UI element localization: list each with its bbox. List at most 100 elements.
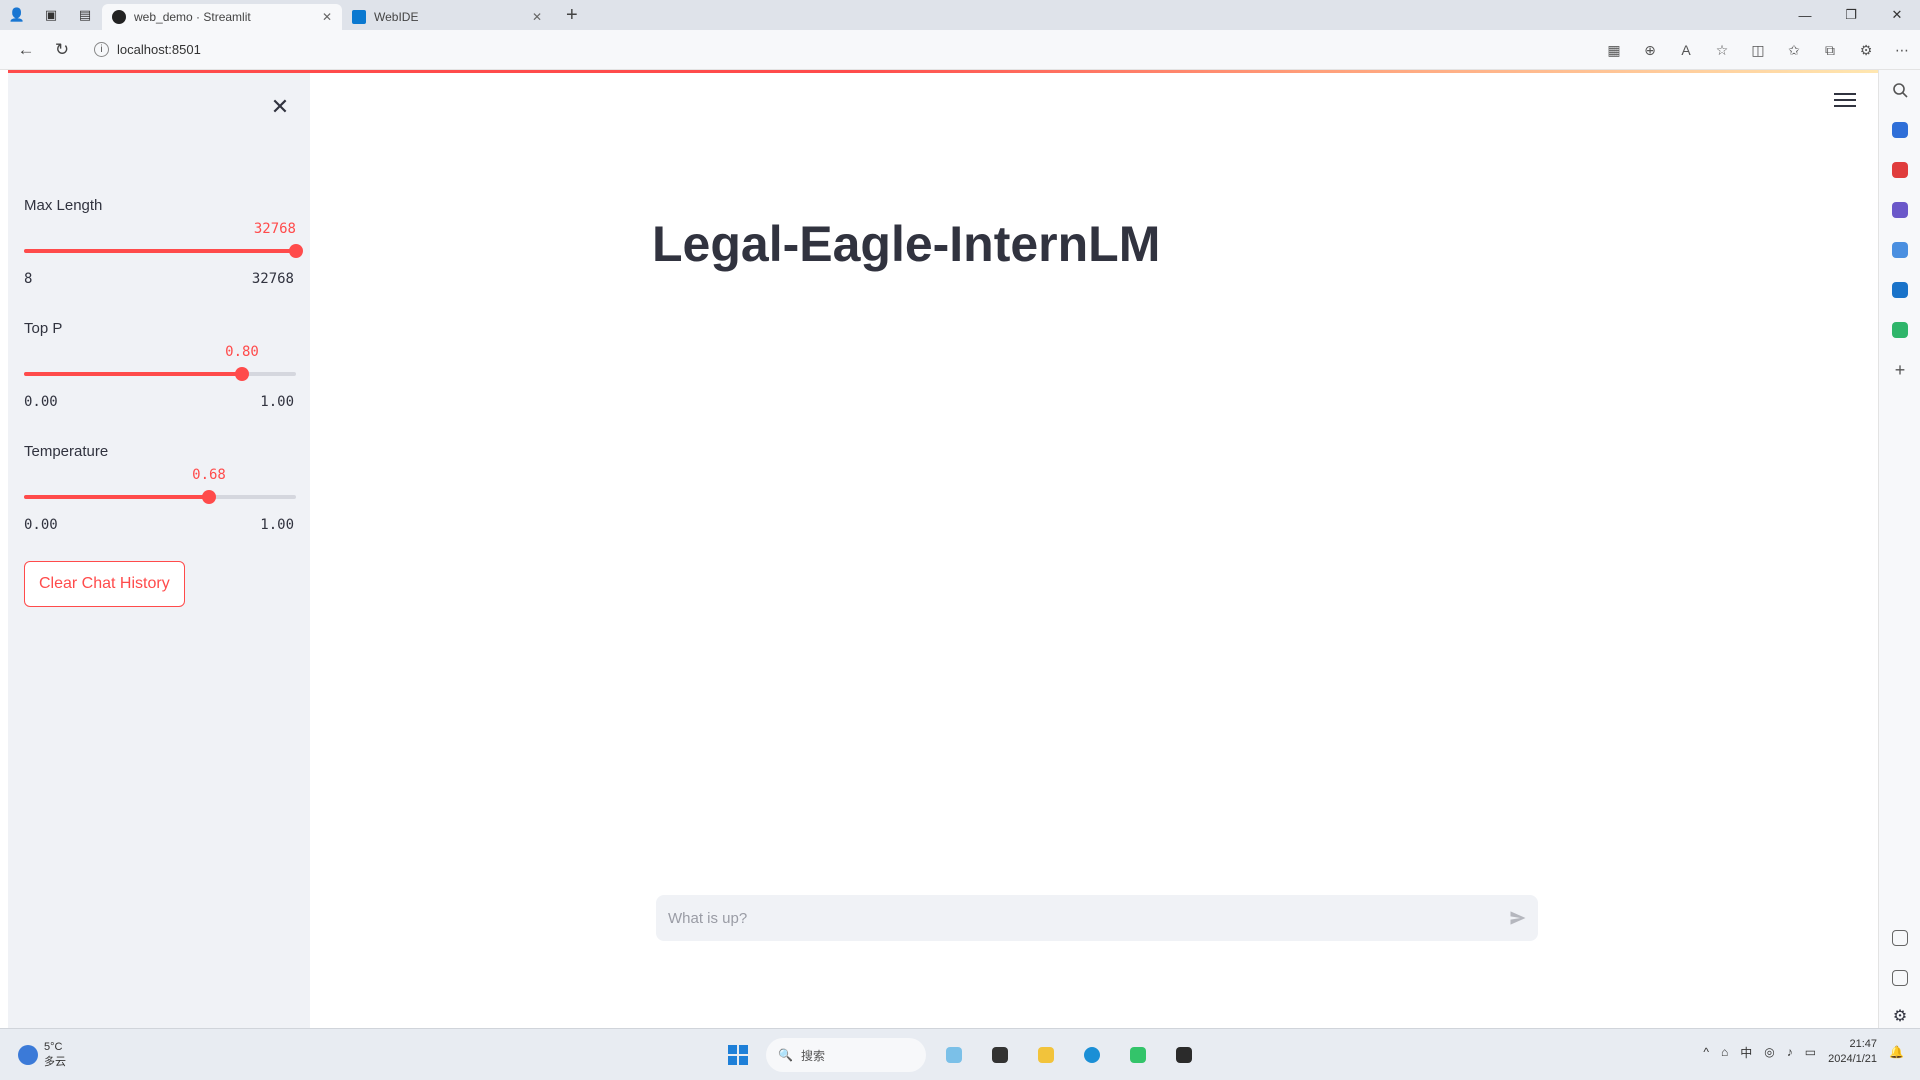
start-icon[interactable] <box>720 1037 756 1073</box>
slider-thumb[interactable] <box>289 244 303 258</box>
slider-label: Temperature <box>24 443 109 460</box>
slider-min: 0.00 <box>24 517 58 533</box>
temperature-slider: Temperature 0.68 0.00 1.00 <box>24 443 304 533</box>
slider-value: 0.68 <box>192 467 226 483</box>
slider-fill <box>24 495 209 499</box>
clock[interactable]: 21:47 2024/1/21 <box>1828 1037 1877 1067</box>
clear-chat-history-button[interactable]: Clear Chat History <box>24 561 185 607</box>
read-aloud-icon[interactable]: ▦ <box>1596 42 1632 59</box>
chat-input[interactable] <box>656 895 1498 941</box>
task-view-icon[interactable] <box>982 1037 1018 1073</box>
clock-date: 2024/1/21 <box>1828 1053 1878 1065</box>
games-icon[interactable] <box>1879 230 1920 270</box>
terminal-icon[interactable] <box>1166 1037 1202 1073</box>
copilot-icon[interactable] <box>1879 110 1920 150</box>
taskbar-search[interactable]: 🔍 搜索 <box>766 1038 926 1072</box>
add-panel-icon[interactable]: + <box>1879 350 1920 390</box>
profile-icon[interactable]: 👤 <box>0 0 34 30</box>
copilot-app-icon[interactable] <box>936 1037 972 1073</box>
slider-track[interactable] <box>24 367 296 381</box>
translate-icon[interactable]: A <box>1668 42 1704 58</box>
slider-thumb[interactable] <box>202 490 216 504</box>
shopping-icon[interactable] <box>1879 150 1920 190</box>
system-tray: ^ ⌂ 中 ◎ ♪ ▭ 21:47 2024/1/21 🔔 <box>1703 1037 1904 1067</box>
tab-label: web_demo · Streamlit <box>134 10 251 24</box>
edge-icon[interactable] <box>1074 1037 1110 1073</box>
slider-fill <box>24 372 242 376</box>
slider-max: 1.00 <box>260 517 294 533</box>
favorite-star-icon[interactable]: ☆ <box>1704 42 1740 59</box>
address-bar: ← ↻ i localhost:8501 ▦ ⊕ A ☆ ◫ ✩ ⧉ ⚙ ⋯ <box>0 30 1920 70</box>
clock-time: 21:47 <box>1849 1038 1878 1050</box>
max-length-slider: Max Length 32768 8 32768 <box>24 197 304 287</box>
weather-temp: 5°C <box>44 1041 63 1053</box>
input-method[interactable]: 中 <box>1740 1044 1752 1061</box>
slider-fill <box>24 249 296 253</box>
slider-min: 0.00 <box>24 394 58 410</box>
slider-value: 32768 <box>253 221 296 237</box>
restore-icon[interactable]: ❐ <box>1828 0 1874 30</box>
tab-actions-icon[interactable]: ▤ <box>68 0 102 30</box>
main-content: Legal-Eagle-InternLM <box>310 73 1878 1028</box>
tools-icon[interactable] <box>1879 190 1920 230</box>
split-screen-icon[interactable]: ◫ <box>1740 42 1776 59</box>
sidebar: ✕ Max Length 32768 8 32768 Top P 0.80 0.… <box>8 73 310 1028</box>
slider-label: Top P <box>24 320 63 337</box>
weather-widget[interactable]: 5°C 多云 <box>18 1041 66 1069</box>
streamlit-favicon-icon <box>112 10 126 24</box>
slider-max: 1.00 <box>260 394 294 410</box>
taskbar: 5°C 多云 🔍 搜索 ^ ⌂ 中 ◎ ♪ ▭ 21:47 2024/1/21 … <box>0 1028 1920 1080</box>
weather-icon <box>18 1045 38 1065</box>
refresh-icon[interactable]: ↻ <box>44 40 80 60</box>
chevron-up-icon[interactable]: ^ <box>1703 1045 1709 1059</box>
tab-close-icon[interactable]: ✕ <box>322 10 332 24</box>
hamburger-menu-icon[interactable] <box>1834 89 1856 111</box>
edge-sidebar: + ⚙ <box>1878 70 1920 1028</box>
tab-label: WebIDE <box>374 10 419 24</box>
back-icon[interactable]: ← <box>8 40 44 60</box>
drop-icon[interactable] <box>1879 310 1920 350</box>
vscode-favicon-icon <box>352 10 366 24</box>
notification-icon[interactable]: 🔔 <box>1889 1045 1904 1059</box>
streamlit-app: ✕ Max Length 32768 8 32768 Top P 0.80 0.… <box>8 73 1878 1028</box>
pycharm-icon[interactable] <box>1120 1037 1156 1073</box>
browser-tab-strip: 👤 ▣ ▤ web_demo · Streamlit ✕ WebIDE ✕ + … <box>0 0 1920 30</box>
slider-label: Max Length <box>24 197 103 214</box>
url-text: localhost:8501 <box>117 42 201 57</box>
sidebar-close-icon[interactable]: ✕ <box>266 93 294 121</box>
collections-icon[interactable]: ⧉ <box>1812 42 1848 59</box>
slider-track[interactable] <box>24 244 303 258</box>
top-p-slider: Top P 0.80 0.00 1.00 <box>24 320 304 410</box>
zoom-icon[interactable]: ⊕ <box>1632 42 1668 59</box>
favorites-icon[interactable]: ✩ <box>1776 42 1812 59</box>
layout-icon[interactable] <box>1879 918 1920 958</box>
send-icon[interactable] <box>1498 898 1538 938</box>
tab-streamlit[interactable]: web_demo · Streamlit ✕ <box>102 4 342 30</box>
page-title: Legal-Eagle-InternLM <box>652 216 1161 272</box>
workspaces-icon[interactable]: ▣ <box>34 0 68 30</box>
minimize-icon[interactable]: — <box>1782 0 1828 30</box>
site-info-icon[interactable]: i <box>94 42 109 57</box>
new-tab-icon[interactable]: + <box>566 4 578 27</box>
file-explorer-icon[interactable] <box>1028 1037 1064 1073</box>
battery-icon[interactable]: ▭ <box>1805 1045 1816 1059</box>
url-field[interactable]: i localhost:8501 <box>94 35 1474 65</box>
tab-webide[interactable]: WebIDE ✕ <box>342 4 552 30</box>
wifi-icon[interactable]: ◎ <box>1764 1045 1774 1059</box>
slider-min: 8 <box>24 271 33 287</box>
search-label: 搜索 <box>800 1048 825 1063</box>
slider-track[interactable] <box>24 490 296 504</box>
extensions-icon[interactable]: ⚙ <box>1848 42 1884 59</box>
chat-input-container <box>656 895 1538 941</box>
network-icon[interactable]: ⌂ <box>1721 1045 1728 1059</box>
weather-desc: 多云 <box>44 1056 66 1068</box>
sidebar-toggle-icon[interactable] <box>1879 958 1920 998</box>
outlook-icon[interactable] <box>1879 270 1920 310</box>
slider-thumb[interactable] <box>235 367 249 381</box>
tab-close-icon[interactable]: ✕ <box>532 10 542 24</box>
search-icon[interactable] <box>1879 70 1920 110</box>
slider-value: 0.80 <box>225 344 259 360</box>
more-options-icon[interactable]: ⋯ <box>1884 42 1920 59</box>
volume-icon[interactable]: ♪ <box>1787 1045 1793 1059</box>
window-close-icon[interactable]: ✕ <box>1874 0 1920 30</box>
